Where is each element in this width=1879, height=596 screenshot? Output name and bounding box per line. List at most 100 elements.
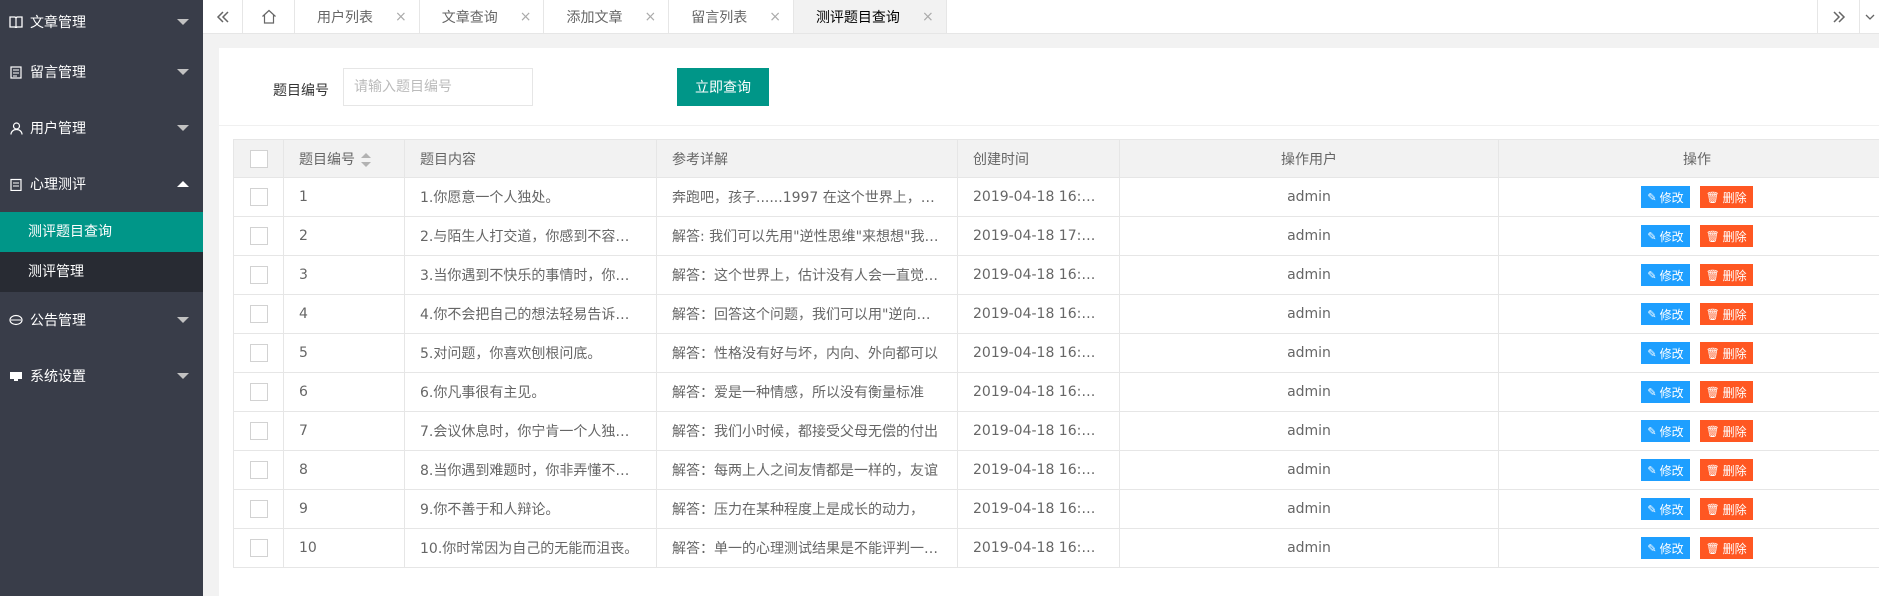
row-select-cell [233,450,284,490]
cell-content: 7.会议休息时，你宁肯一个人独处。 [404,411,657,451]
sidebar-item-label: 留言管理 [30,65,86,81]
delete-button[interactable]: 🗑 删除 [1699,498,1753,520]
edit-button[interactable]: ✎ 修改 [1641,420,1690,442]
edit-button[interactable]: ✎ 修改 [1641,303,1690,325]
cell-id: 2 [283,216,405,256]
row-checkbox[interactable] [249,422,268,440]
delete-button[interactable]: 🗑 删除 [1699,264,1753,286]
close-icon[interactable]: × [644,9,656,25]
row-checkbox[interactable] [249,305,268,323]
tab-message-list[interactable]: 留言列表 × [669,0,794,33]
cell-actions: ✎ 修改 🗑 删除 [1498,450,1879,490]
cell-actions: ✎ 修改 🗑 删除 [1498,372,1879,412]
row-checkbox[interactable] [249,461,268,479]
cell-detail: 解答：单一的心理测试结果是不能评判一个人 [656,528,958,568]
sidebar-item-settings[interactable]: 系统设置 [0,348,203,404]
delete-label: 删除 [1722,463,1747,478]
edit-button[interactable]: ✎ 修改 [1641,186,1690,208]
edit-button[interactable]: ✎ 修改 [1641,342,1690,364]
row-checkbox[interactable] [249,539,268,557]
sidebar-item-users[interactable]: 用户管理 [0,100,203,156]
tab-article-query[interactable]: 文章查询 × [420,0,545,33]
edit-label: 修改 [1659,385,1684,400]
delete-button[interactable]: 🗑 删除 [1699,420,1753,442]
row-checkbox[interactable] [249,266,268,284]
edit-button[interactable]: ✎ 修改 [1641,264,1690,286]
row-checkbox[interactable] [249,383,268,401]
close-icon[interactable]: × [922,9,934,25]
cell-id: 6 [283,372,405,412]
cell-content: 1.你愿意一个人独处。 [404,177,657,217]
delete-button[interactable]: 🗑 删除 [1699,225,1753,247]
delete-button[interactable]: 🗑 删除 [1699,381,1753,403]
sort-icon[interactable] [361,152,371,167]
cell-detail: 奔跑吧，孩子......1997 在这个世界上，也许我们最大的挑战 [656,177,958,217]
row-checkbox[interactable] [249,344,268,362]
cell-user: admin [1119,177,1499,217]
delete-button[interactable]: 🗑 删除 [1699,537,1753,559]
close-icon[interactable]: × [395,9,407,25]
edit-button[interactable]: ✎ 修改 [1641,459,1690,481]
question-table: 题目编号 题目内容 参考详解 创建时间 操作用户 操作 1 1.你愿意一个人独处。… [233,139,1879,568]
sidebar: 文章管理 留言管理 用户管理 心理测评 测评题目查询 测评管理 公告管理 系统设… [0,0,203,596]
column-header-actions: 操作 [1498,139,1879,178]
row-select-cell [233,489,284,529]
clipboard-icon [8,176,24,192]
question-id-input[interactable] [343,68,533,106]
trash-icon: 🗑 [1705,424,1720,438]
row-checkbox[interactable] [249,188,268,206]
column-header-id[interactable]: 题目编号 [283,139,405,178]
delete-button[interactable]: 🗑 删除 [1699,459,1753,481]
tabs-scroll-left-button[interactable] [203,0,243,33]
search-button[interactable]: 立即查询 [677,68,769,106]
trash-icon: 🗑 [1705,190,1720,204]
cell-actions: ✎ 修改 🗑 删除 [1498,333,1879,373]
pencil-icon: ✎ [1647,541,1657,555]
home-icon [261,9,276,24]
column-header-detail: 参考详解 [656,139,958,178]
tab-question-query[interactable]: 测评题目查询 × [793,0,947,33]
delete-button[interactable]: 🗑 删除 [1699,342,1753,364]
tabs-menu-button[interactable] [1859,0,1879,34]
edit-label: 修改 [1659,463,1684,478]
cell-detail: 解答：性格没有好与坏，内向、外向都可以 [656,333,958,373]
delete-button[interactable]: 🗑 删除 [1699,186,1753,208]
sidebar-item-articles[interactable]: 文章管理 [0,0,203,44]
row-checkbox[interactable] [249,227,268,245]
cell-time: 2019-04-18 16:58:08 [957,255,1120,295]
row-checkbox[interactable] [249,500,268,518]
tab-home[interactable] [243,0,295,33]
cell-content: 6.你凡事很有主见。 [404,372,657,412]
edit-button[interactable]: ✎ 修改 [1641,537,1690,559]
megaphone-icon [8,312,24,328]
trash-icon: 🗑 [1705,541,1720,555]
edit-button[interactable]: ✎ 修改 [1641,381,1690,403]
edit-button[interactable]: ✎ 修改 [1641,225,1690,247]
tab-user-list[interactable]: 用户列表 × [295,0,420,33]
chevron-up-icon [177,181,189,187]
tabs-scroll-right-button[interactable] [1817,0,1859,34]
edit-button[interactable]: ✎ 修改 [1641,498,1690,520]
cell-actions: ✎ 修改 🗑 删除 [1498,255,1879,295]
close-icon[interactable]: × [769,9,781,25]
tab-label: 用户列表 [317,9,373,26]
row-select-cell [233,216,284,256]
tab-label: 测评题目查询 [815,9,900,26]
tab-add-article[interactable]: 添加文章 × [544,0,670,33]
trash-icon: 🗑 [1705,385,1720,399]
close-icon[interactable]: × [520,9,532,25]
sidebar-subitem-test-manage[interactable]: 测评管理 [0,252,203,292]
sidebar-subitem-question-query[interactable]: 测评题目查询 [0,212,203,252]
sidebar-item-psych-test[interactable]: 心理测评 [0,156,203,212]
tab-bar-right-controls [1817,0,1879,34]
sidebar-item-label: 系统设置 [30,369,86,385]
sidebar-item-messages[interactable]: 留言管理 [0,44,203,100]
chevron-down-icon [177,373,189,379]
trash-icon: 🗑 [1705,307,1720,321]
select-all-checkbox[interactable] [249,149,268,168]
sidebar-item-notices[interactable]: 公告管理 [0,292,203,348]
edit-label: 修改 [1659,190,1684,205]
content-card: 题目编号 立即查询 题目编号 题目 [219,48,1879,596]
pencil-icon: ✎ [1647,463,1657,477]
delete-button[interactable]: 🗑 删除 [1699,303,1753,325]
